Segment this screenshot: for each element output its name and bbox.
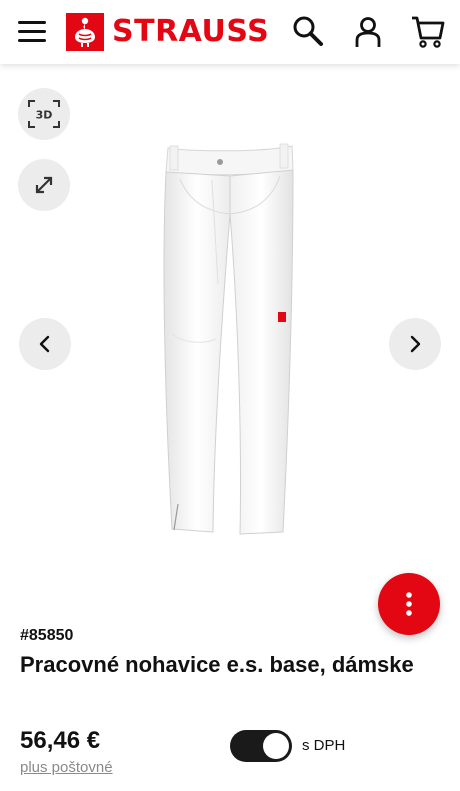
product-title: Pracovné nohavice e.s. base, dámske bbox=[20, 652, 414, 677]
menu-icon[interactable] bbox=[16, 18, 48, 46]
previous-image-button[interactable] bbox=[19, 318, 71, 370]
site-header: STRAUSS bbox=[0, 0, 460, 64]
article-number: #85850 bbox=[20, 627, 74, 644]
user-icon[interactable] bbox=[350, 14, 386, 50]
chevron-right-icon bbox=[410, 335, 421, 353]
cart-icon[interactable] bbox=[410, 14, 446, 50]
next-image-button[interactable] bbox=[389, 318, 441, 370]
view-3d-button[interactable]: 3D bbox=[18, 88, 70, 140]
product-price: 56,46 € bbox=[20, 727, 101, 754]
search-icon[interactable] bbox=[290, 14, 326, 50]
vat-toggle-label: s DPH bbox=[302, 737, 346, 754]
product-gallery: 3D bbox=[0, 64, 460, 635]
expand-icon bbox=[35, 176, 53, 194]
vat-toggle[interactable] bbox=[230, 730, 292, 762]
toggle-knob bbox=[263, 733, 289, 759]
fullscreen-button[interactable] bbox=[18, 159, 70, 211]
product-image bbox=[163, 143, 294, 535]
logo-mark-icon bbox=[66, 13, 104, 51]
shipping-link[interactable]: plus poštovné bbox=[20, 759, 113, 776]
more-options-button[interactable] bbox=[378, 573, 440, 635]
3d-icon: 3D bbox=[28, 100, 60, 128]
brand-logo[interactable]: STRAUSS bbox=[66, 13, 269, 51]
more-vertical-icon bbox=[406, 592, 412, 616]
svg-text:3D: 3D bbox=[36, 109, 53, 122]
brand-name: STRAUSS bbox=[112, 14, 270, 49]
chevron-left-icon bbox=[39, 335, 50, 353]
